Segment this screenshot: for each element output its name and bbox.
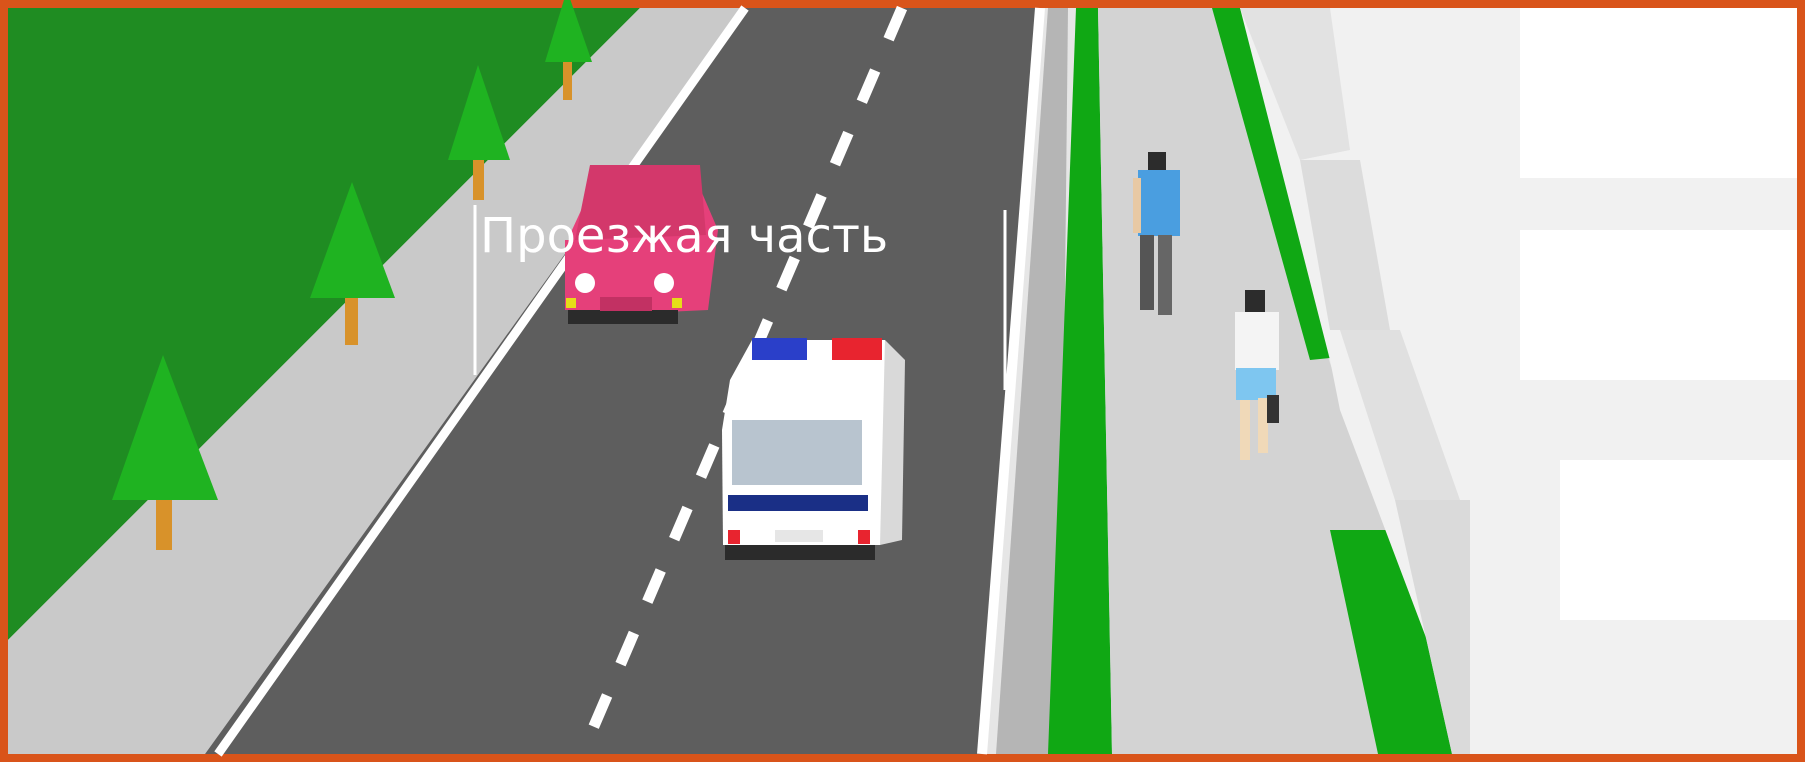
police-van-icon [722, 338, 905, 560]
street-scene: Проезжая часть [0, 0, 1805, 762]
road-label: Проезжая часть [480, 208, 888, 264]
scene-frame: Проезжая часть [0, 0, 1805, 762]
